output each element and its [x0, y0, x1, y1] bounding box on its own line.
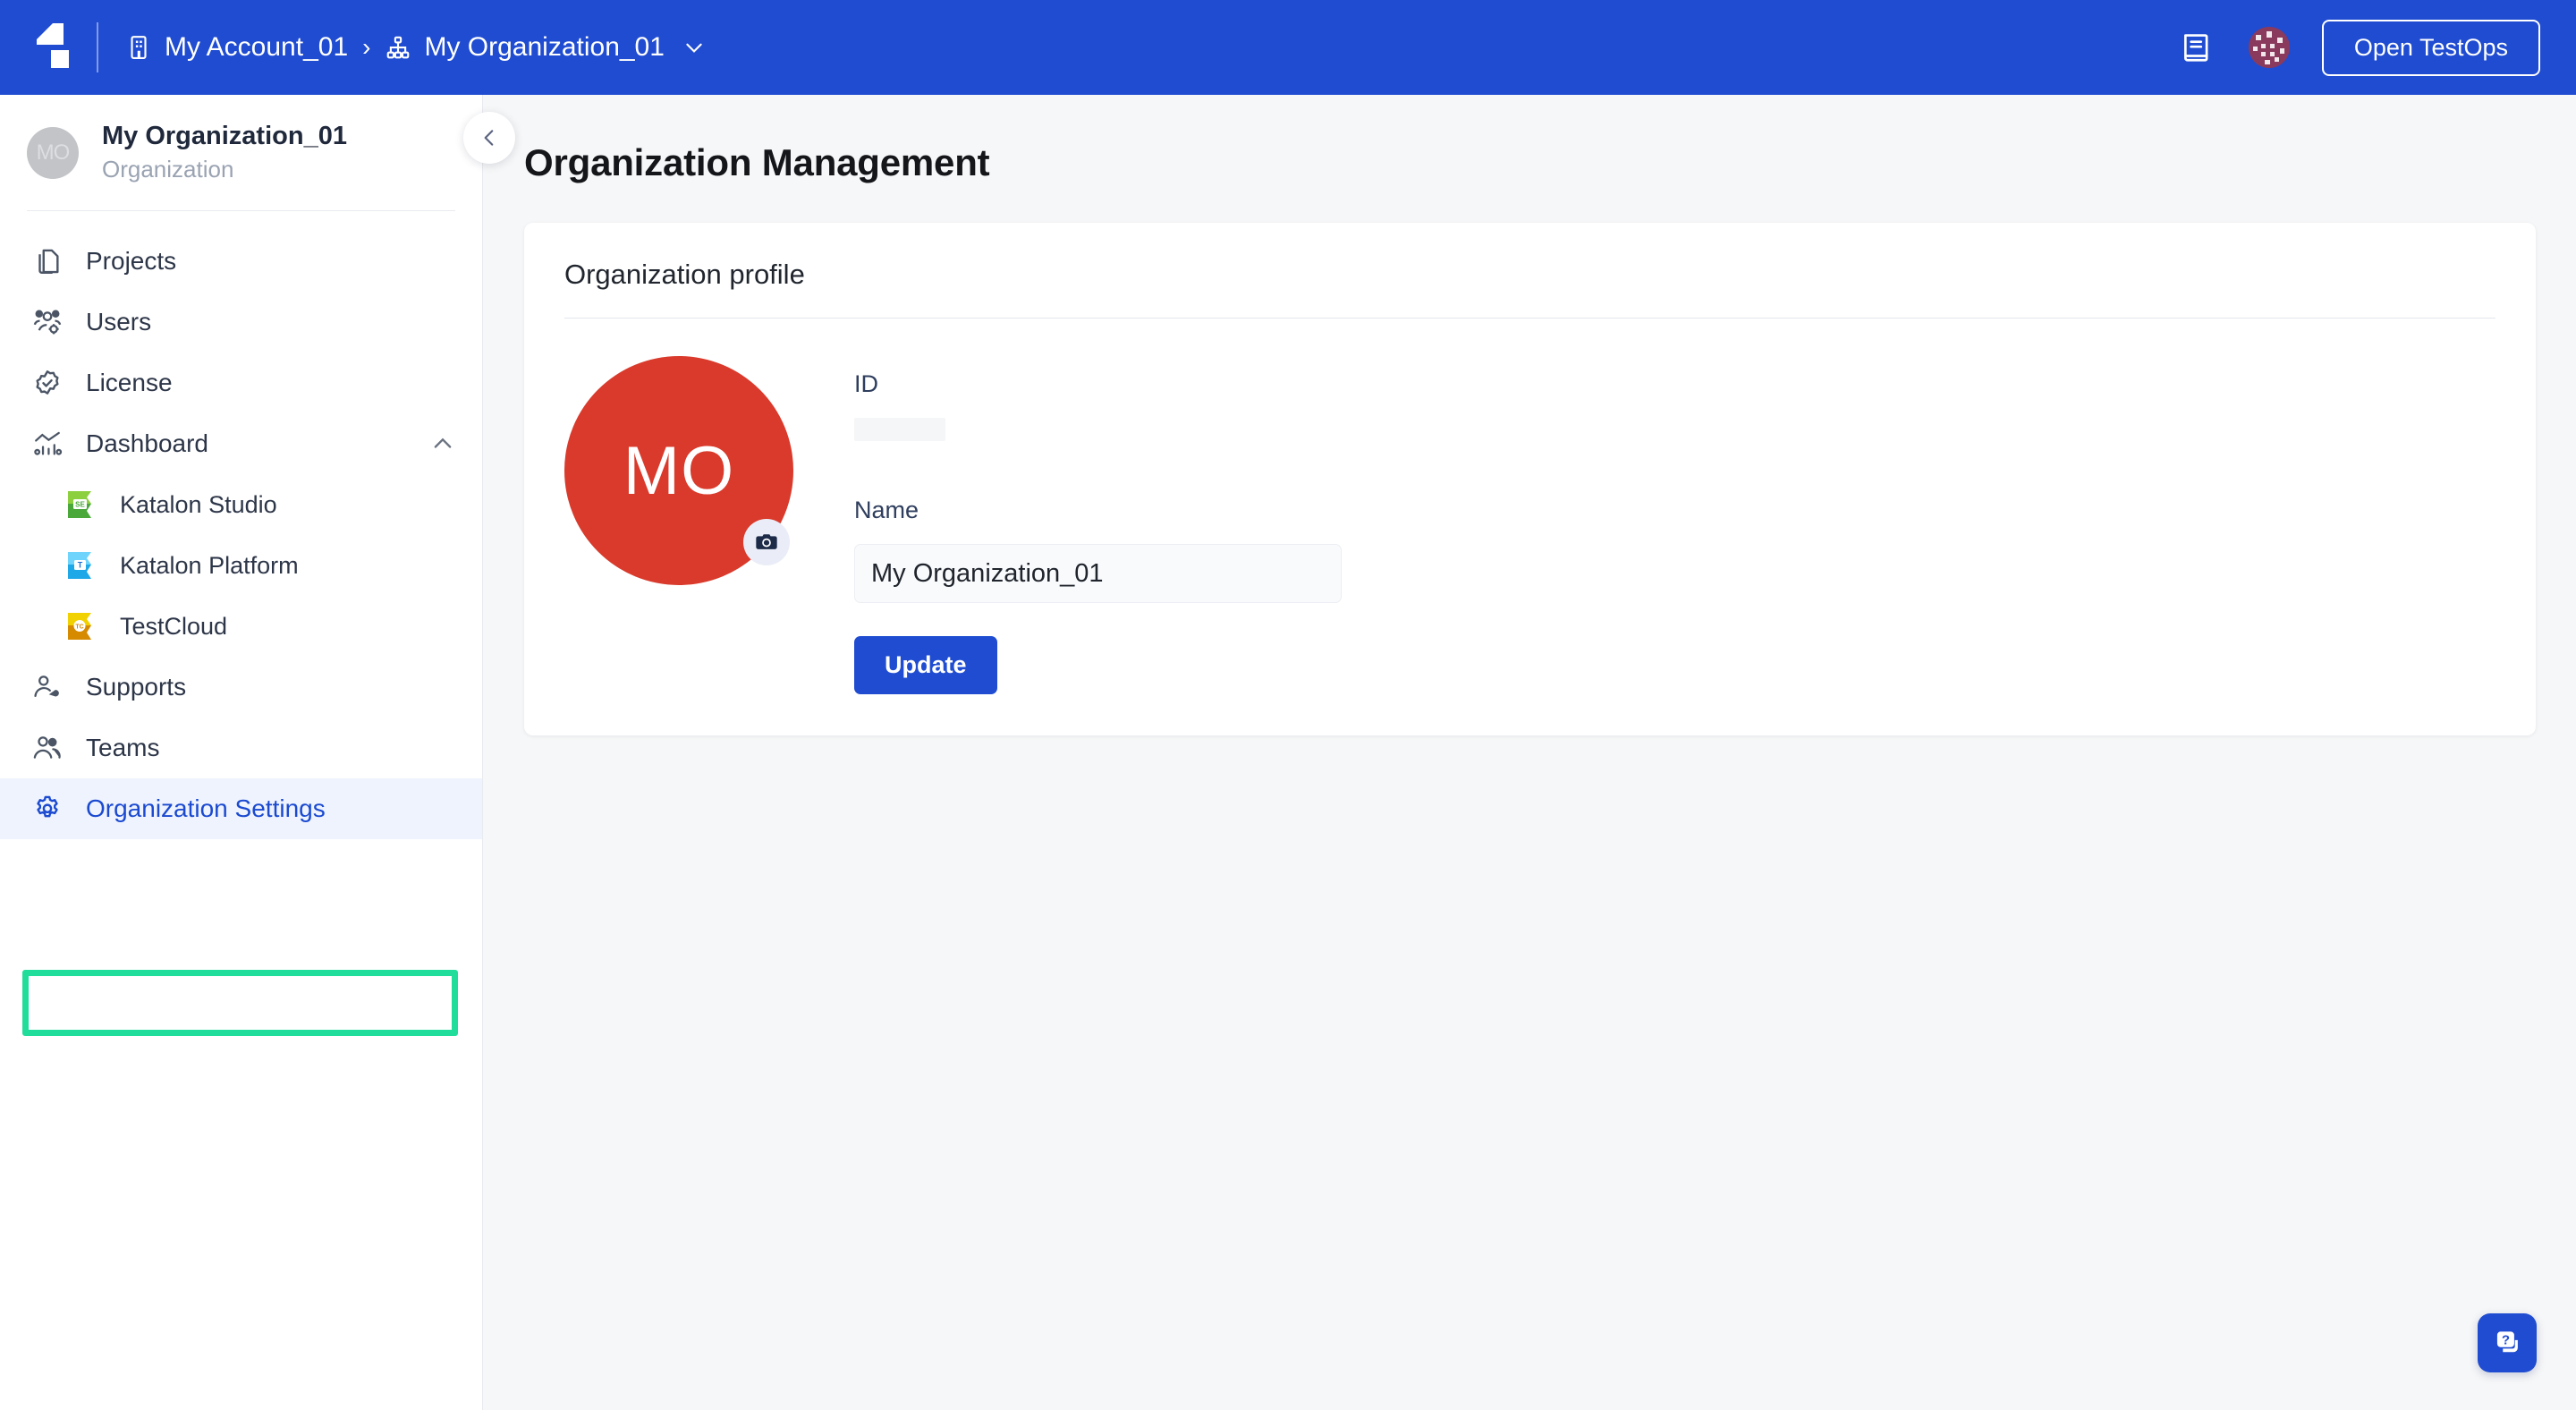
katalon-platform-icon: T	[68, 552, 91, 580]
katalon-logo[interactable]	[0, 0, 97, 95]
identicon-avatar-icon	[2248, 27, 2290, 68]
sidebar-item-projects-label: Projects	[86, 247, 177, 276]
profile-row: MO ID Name Update	[524, 319, 2536, 694]
svg-text:TC: TC	[75, 624, 83, 630]
sidebar-item-organization-settings-label: Organization Settings	[86, 794, 326, 823]
sidebar-item-supports[interactable]: Supports	[0, 657, 482, 718]
sidebar-item-users-label: Users	[86, 308, 152, 336]
sidebar-item-dashboard[interactable]: Dashboard	[0, 413, 482, 474]
sidebar-subitem-katalon-platform-label: Katalon Platform	[120, 551, 299, 579]
people-icon	[33, 736, 61, 759]
field-spacer	[854, 441, 1342, 497]
organization-profile-card: Organization profile MO ID Name My Organ…	[524, 223, 2536, 735]
chevron-down-icon	[686, 43, 702, 53]
top-bar-actions: Open TestOps	[2177, 19, 2576, 76]
chart-icon	[34, 431, 63, 455]
highlight-annotation	[22, 970, 458, 1036]
breadcrumb-organization-label: My Organization_01	[424, 32, 665, 62]
organization-avatar-wrap: MO	[564, 356, 793, 585]
svg-text:?: ?	[2502, 1332, 2510, 1347]
sidebar-item-supports-label: Supports	[86, 673, 187, 701]
sidebar: MO My Organization_01 Organization Proje…	[0, 95, 483, 1410]
testcloud-icon: TC	[68, 613, 91, 641]
camera-icon	[756, 534, 777, 549]
building-icon	[131, 36, 147, 59]
card-title: Organization profile	[564, 259, 805, 290]
svg-text:T: T	[78, 561, 83, 570]
sidebar-subitem-katalon-platform[interactable]: T Katalon Platform	[0, 535, 482, 596]
sidebar-subitem-katalon-studio[interactable]: SE Katalon Studio	[0, 474, 482, 535]
help-button[interactable]: ?	[2478, 1313, 2537, 1372]
sidebar-item-projects[interactable]: Projects	[0, 231, 482, 292]
sidebar-subitem-testcloud-label: TestCloud	[120, 612, 228, 640]
user-avatar[interactable]	[2248, 27, 2290, 68]
page-title: Organization Management	[524, 141, 990, 183]
sidebar-item-dashboard-label: Dashboard	[86, 429, 208, 458]
name-label: Name	[854, 497, 919, 523]
update-button[interactable]: Update	[854, 636, 997, 694]
header-divider	[97, 22, 98, 72]
sidebar-nav: Projects Users License Dashboard SE Kata…	[0, 211, 482, 840]
sidebar-item-license-label: License	[86, 369, 173, 397]
sidebar-item-organization-settings[interactable]: Organization Settings	[0, 778, 482, 840]
sidebar-org-avatar: MO	[27, 126, 79, 179]
breadcrumb-organization[interactable]: My Organization_01	[385, 32, 705, 63]
users-gear-icon	[33, 310, 62, 335]
sidebar-item-teams-label: Teams	[86, 734, 160, 762]
breadcrumb-account-label: My Account_01	[165, 32, 349, 62]
id-value	[854, 418, 945, 441]
gear-icon	[37, 795, 58, 818]
chevron-up-icon[interactable]	[430, 431, 455, 456]
book-icon	[2183, 34, 2208, 62]
organization-name-input[interactable]	[854, 544, 1342, 603]
katalon-studio-icon: SE	[68, 491, 91, 519]
help-chat-icon: ?	[2496, 1331, 2518, 1353]
top-bar: My Account_01 › My Organization_01 Open …	[0, 0, 2576, 95]
svg-text:SE: SE	[75, 500, 85, 508]
sidebar-org-name: My Organization_01	[102, 122, 347, 150]
main-content: Organization Management Organization pro…	[484, 95, 2576, 1410]
profile-fields: ID Name Update	[793, 356, 1342, 694]
badge-check-icon	[36, 370, 59, 395]
sidebar-org-header[interactable]: MO My Organization_01 Organization	[0, 95, 482, 210]
open-testops-button[interactable]: Open TestOps	[2321, 19, 2540, 76]
id-label: ID	[854, 370, 878, 397]
breadcrumb-separator: ›	[362, 33, 371, 61]
documentation-button[interactable]	[2177, 28, 2216, 67]
copy-pages-icon	[38, 249, 59, 275]
breadcrumb-account[interactable]: My Account_01	[125, 32, 348, 63]
sidebar-item-users[interactable]: Users	[0, 292, 482, 352]
org-hierarchy-icon	[387, 36, 410, 59]
user-tag-icon	[34, 675, 59, 698]
katalon-logo-icon	[37, 23, 69, 68]
chevron-left-icon	[484, 130, 494, 146]
sidebar-subitem-katalon-studio-label: Katalon Studio	[120, 490, 277, 518]
upload-avatar-button[interactable]	[743, 519, 790, 565]
sidebar-org-subtitle: Organization	[102, 156, 234, 183]
sidebar-item-teams[interactable]: Teams	[0, 718, 482, 778]
sidebar-collapse-button[interactable]	[463, 112, 515, 164]
sidebar-subitem-testcloud[interactable]: TC TestCloud	[0, 596, 482, 657]
sidebar-item-license[interactable]: License	[0, 352, 482, 413]
